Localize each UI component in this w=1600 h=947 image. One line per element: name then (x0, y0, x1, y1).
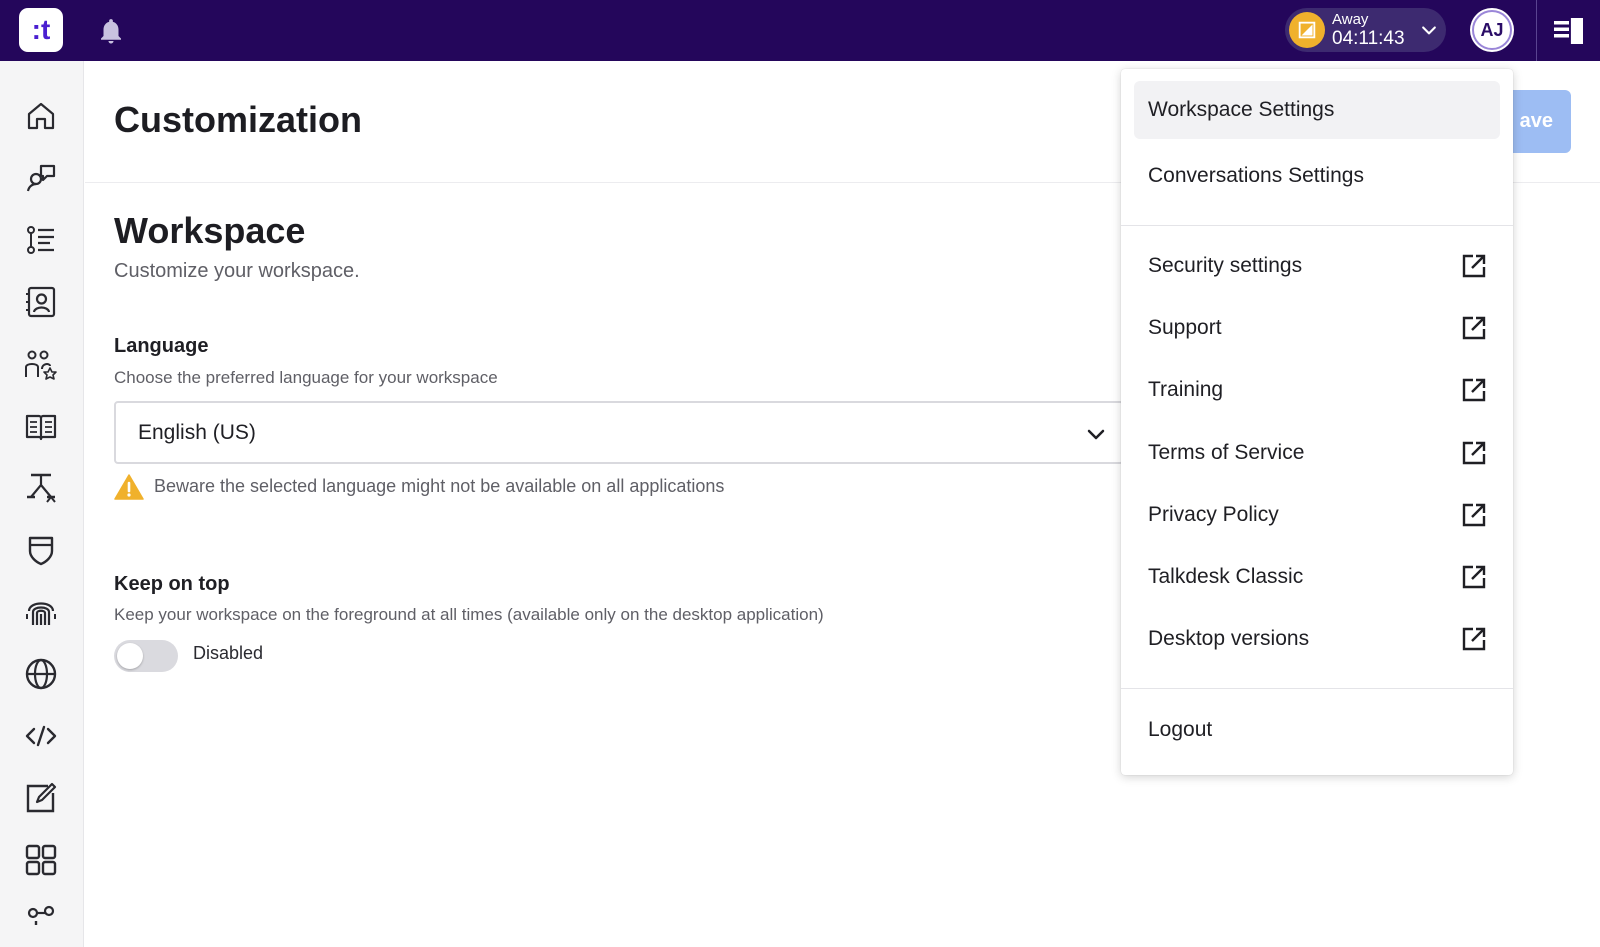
analytics-icon[interactable] (24, 905, 58, 925)
team-icon[interactable] (24, 347, 58, 381)
top-bar: :t Away 04:11:43 AJ (0, 0, 1600, 61)
language-label: Language (114, 335, 209, 357)
menu-item-label: Privacy Policy (1148, 503, 1279, 526)
menu-item-security-settings[interactable]: Security settings (1134, 237, 1500, 295)
toggle-knob (117, 643, 143, 669)
chevron-down-icon (1084, 422, 1108, 446)
shield-icon[interactable] (24, 533, 58, 567)
code-icon[interactable] (24, 719, 58, 753)
menu-item-terms-of-service[interactable]: Terms of Service (1134, 424, 1500, 482)
status-timer: 04:11:43 (1332, 28, 1405, 49)
menu-item-label: Conversations Settings (1148, 164, 1364, 187)
edit-icon[interactable] (24, 781, 58, 815)
external-link-icon (1461, 564, 1487, 590)
menu-item-conversations-settings[interactable]: Conversations Settings (1134, 147, 1500, 205)
menu-item-logout[interactable]: Logout (1134, 701, 1500, 759)
home-icon[interactable] (24, 99, 58, 133)
topbar-divider (1536, 0, 1537, 61)
menu-divider (1121, 688, 1513, 689)
apps-grid-icon[interactable] (24, 843, 58, 877)
menu-item-label: Terms of Service (1148, 441, 1305, 464)
user-menu: Workspace Settings Conversations Setting… (1121, 69, 1513, 775)
side-panel-icon[interactable] (1553, 17, 1584, 45)
contacts-icon[interactable] (24, 285, 58, 319)
warning-text: Beware the selected language might not b… (154, 476, 725, 496)
menu-item-label: Logout (1148, 718, 1213, 741)
language-select-value: English (US) (138, 421, 256, 444)
language-select[interactable]: English (US) (114, 401, 1124, 464)
keep-on-top-state: Disabled (193, 643, 264, 663)
user-avatar[interactable]: AJ (1472, 10, 1512, 50)
menu-item-label: Talkdesk Classic (1148, 565, 1304, 588)
knowledge-icon[interactable] (24, 409, 58, 443)
external-link-icon (1461, 253, 1487, 279)
menu-item-label: Desktop versions (1148, 627, 1310, 650)
external-link-icon (1461, 502, 1487, 528)
status-selector[interactable]: Away 04:11:43 (1285, 8, 1446, 52)
sidebar (0, 61, 84, 947)
section-subtitle: Customize your workspace. (114, 260, 360, 282)
language-description: Choose the preferred language for your w… (114, 368, 498, 387)
external-link-icon (1461, 626, 1487, 652)
fingerprint-icon[interactable] (24, 595, 58, 629)
chevron-down-icon (1419, 20, 1439, 40)
menu-item-workspace-settings[interactable]: Workspace Settings (1134, 81, 1500, 139)
status-label: Away (1332, 11, 1369, 28)
external-link-icon (1461, 377, 1487, 403)
menu-item-support[interactable]: Support (1134, 299, 1500, 357)
menu-item-desktop-versions[interactable]: Desktop versions (1134, 610, 1500, 668)
external-link-icon (1461, 440, 1487, 466)
menu-item-training[interactable]: Training (1134, 361, 1500, 419)
menu-divider (1121, 225, 1513, 226)
menu-item-talkdesk-classic[interactable]: Talkdesk Classic (1134, 548, 1500, 606)
keep-on-top-description: Keep your workspace on the foreground at… (114, 605, 824, 624)
keep-on-top-toggle[interactable] (114, 640, 178, 672)
menu-item-label: Training (1148, 378, 1224, 401)
menu-item-label: Workspace Settings (1148, 98, 1335, 121)
away-status-icon (1289, 12, 1325, 48)
section-title: Workspace (114, 210, 306, 251)
conversations-icon[interactable] (24, 161, 58, 195)
keep-on-top-label: Keep on top (114, 573, 230, 595)
talkdesk-logo[interactable]: :t (19, 8, 63, 52)
bell-icon[interactable] (96, 16, 126, 46)
menu-item-label: Security settings (1148, 254, 1303, 277)
external-link-icon (1461, 315, 1487, 341)
warning-icon (114, 473, 144, 501)
globe-icon[interactable] (24, 657, 58, 691)
menu-item-label: Support (1148, 316, 1222, 339)
menu-item-privacy-policy[interactable]: Privacy Policy (1134, 486, 1500, 544)
workflow-icon[interactable] (24, 471, 58, 505)
activity-list-icon[interactable] (24, 223, 58, 257)
page-title: Customization (114, 99, 362, 140)
